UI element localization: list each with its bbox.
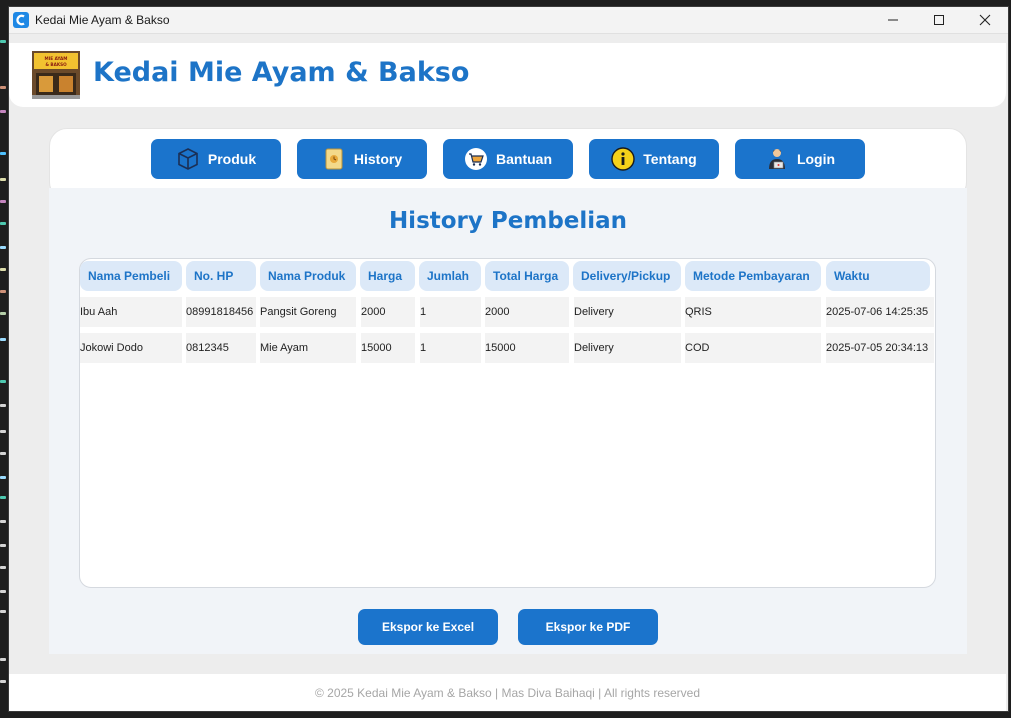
table-cell: Jokowi Dodo: [80, 333, 182, 363]
cart-icon: [464, 147, 488, 171]
background-editor: [0, 0, 8, 718]
table-cell: 15000: [485, 333, 569, 363]
history-panel: History Pembelian Nama Pembeli No. HP Na…: [49, 188, 967, 654]
column-header[interactable]: Nama Produk: [260, 261, 356, 291]
column-header[interactable]: Waktu: [826, 261, 930, 291]
export-excel-button[interactable]: Ekspor ke Excel: [358, 609, 498, 645]
nav-tentang-button[interactable]: Tentang: [589, 139, 719, 179]
table-cell: Delivery: [574, 333, 681, 363]
nav-label: Bantuan: [496, 151, 552, 167]
nav-login-button[interactable]: Login: [735, 139, 865, 179]
history-table[interactable]: Nama Pembeli No. HP Nama Produk Harga Ju…: [79, 258, 936, 588]
box-icon: [176, 147, 200, 171]
column-header[interactable]: Jumlah: [419, 261, 481, 291]
nav-bantuan-button[interactable]: Bantuan: [443, 139, 573, 179]
table-cell: Pangsit Goreng: [260, 297, 356, 327]
table-cell: 0812345: [186, 333, 256, 363]
export-pdf-button[interactable]: Ekspor ke PDF: [518, 609, 658, 645]
window-title: Kedai Mie Ayam & Bakso: [35, 13, 170, 27]
svg-text:& BAKSO: & BAKSO: [45, 62, 67, 67]
nav-label: Tentang: [643, 151, 697, 167]
table-cell: QRIS: [685, 297, 821, 327]
minimize-button[interactable]: [870, 7, 916, 33]
table-cell: Mie Ayam: [260, 333, 356, 363]
close-icon: [979, 14, 991, 26]
title-bar[interactable]: Kedai Mie Ayam & Bakso: [9, 7, 1008, 34]
close-button[interactable]: [962, 7, 1008, 33]
table-cell: COD: [685, 333, 821, 363]
shop-logo: MIE AYAM & BAKSO: [32, 51, 80, 99]
nav-label: Login: [796, 151, 836, 167]
nav-produk-button[interactable]: Produk: [151, 139, 281, 179]
user-laptop-icon: [765, 147, 789, 171]
app-window: Kedai Mie Ayam & Bakso MIE AYAM & BAKSO …: [8, 6, 1009, 712]
minimize-icon: [888, 19, 898, 21]
table-cell: Ibu Aah: [80, 297, 182, 327]
table-cell: 2000: [485, 297, 569, 327]
nav-history-button[interactable]: History: [297, 139, 427, 179]
app-header: MIE AYAM & BAKSO Kedai Mie Ayam & Bakso: [9, 43, 1006, 107]
svg-text:MIE AYAM: MIE AYAM: [45, 56, 68, 61]
column-header[interactable]: Total Harga: [485, 261, 569, 291]
table-cell: 15000: [361, 333, 415, 363]
info-icon: [611, 147, 635, 171]
column-header[interactable]: Delivery/Pickup: [573, 261, 681, 291]
column-header[interactable]: Nama Pembeli: [80, 261, 182, 291]
app-icon: [13, 12, 29, 28]
page-title: History Pembelian: [388, 208, 628, 234]
column-header[interactable]: Metode Pembayaran: [685, 261, 821, 291]
table-cell: 1: [420, 333, 481, 363]
table-cell: 1: [420, 297, 481, 327]
column-header[interactable]: Harga: [360, 261, 415, 291]
column-header[interactable]: No. HP: [186, 261, 256, 291]
table-cell: Delivery: [574, 297, 681, 327]
nav-label: History: [353, 151, 403, 167]
footer: © 2025 Kedai Mie Ayam & Bakso | Mas Diva…: [9, 674, 1006, 711]
table-cell: 2025-07-06 14:25:35: [826, 297, 934, 327]
maximize-button[interactable]: [916, 7, 962, 33]
table-cell: 2000: [361, 297, 415, 327]
nav-label: Produk: [207, 151, 257, 167]
app-title: Kedai Mie Ayam & Bakso: [93, 57, 470, 88]
table-cell: 08991818456: [186, 297, 256, 327]
maximize-icon: [934, 15, 944, 25]
table-cell: 2025-07-05 20:34:13: [826, 333, 934, 363]
scroll-icon: [322, 147, 346, 171]
